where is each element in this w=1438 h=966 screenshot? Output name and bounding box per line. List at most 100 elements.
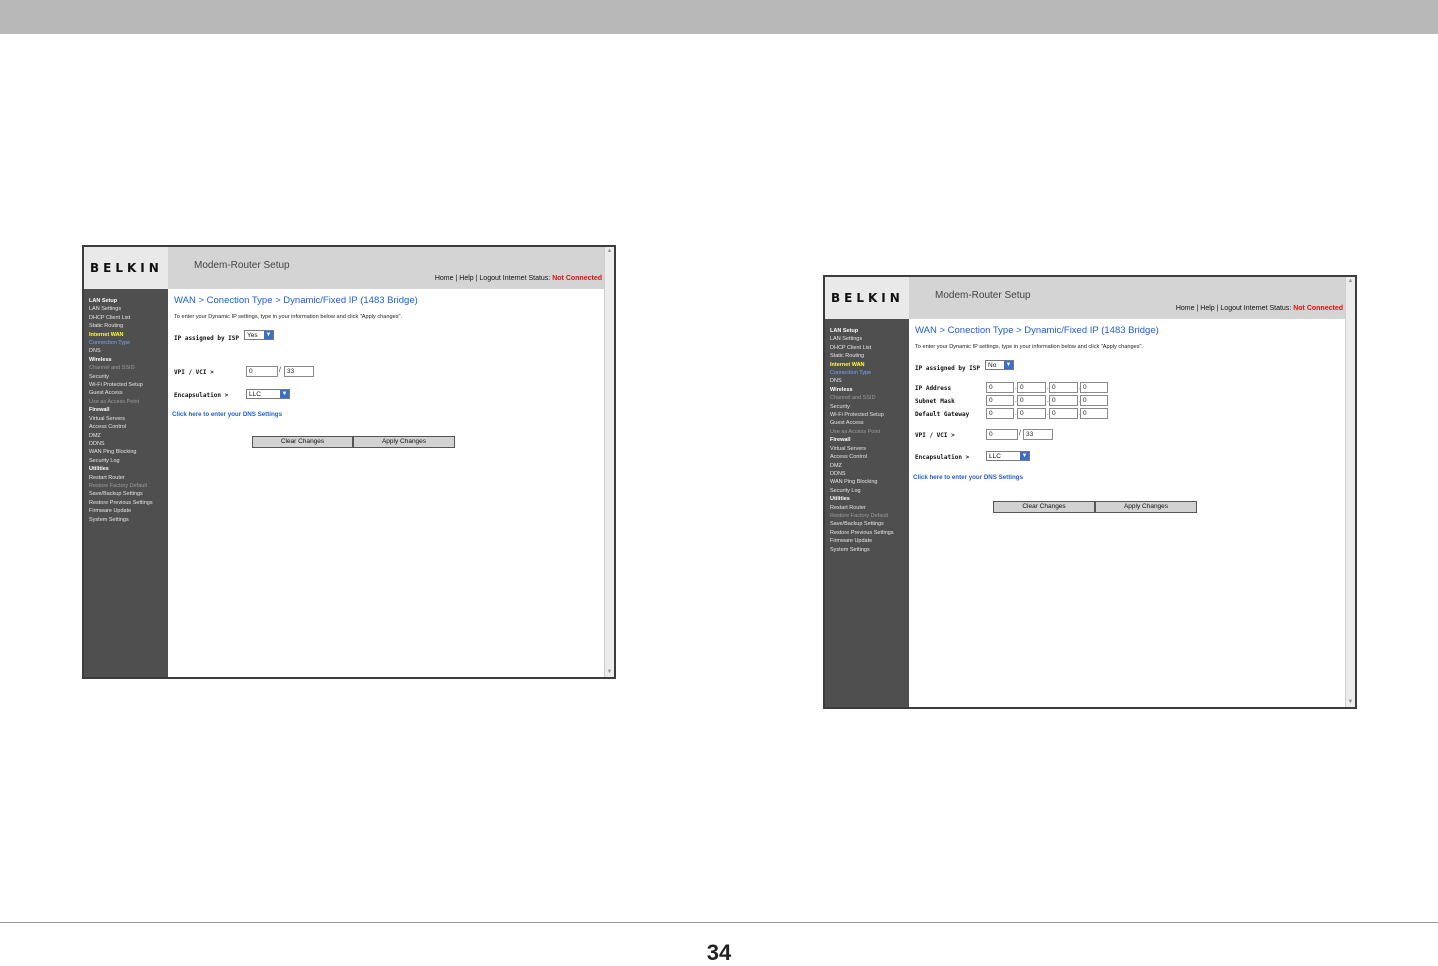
scroll-up-icon[interactable]: ▲ bbox=[606, 248, 613, 255]
scrollbar[interactable]: ▲ ▼ bbox=[1345, 277, 1355, 707]
clear-changes-button[interactable]: Clear Changes bbox=[252, 436, 353, 448]
sidebar-item-dhcp-client-list[interactable]: DHCP Client List bbox=[825, 344, 909, 352]
sidebar-item-wireless: Wireless bbox=[830, 386, 853, 393]
sidebar-item-lan-settings[interactable]: LAN Settings bbox=[84, 305, 168, 313]
subnet-mask-octet-2[interactable]: 0 bbox=[1017, 395, 1046, 406]
scroll-up-icon[interactable]: ▲ bbox=[1347, 278, 1354, 285]
sidebar-item-connection-type[interactable]: Connection Type bbox=[84, 339, 168, 347]
sidebar-item-save-backup-settings[interactable]: Save/Backup Settings bbox=[825, 520, 909, 528]
default-gateway-octet-3[interactable]: 0 bbox=[1049, 408, 1078, 419]
sidebar-item-firewall: Firewall bbox=[89, 407, 110, 414]
scroll-down-icon[interactable]: ▼ bbox=[606, 669, 613, 676]
sidebar-item-firmware-update[interactable]: Firmware Update bbox=[84, 507, 168, 515]
clear-changes-button[interactable]: Clear Changes bbox=[993, 501, 1095, 513]
sidebar-item-dns[interactable]: DNS bbox=[825, 377, 909, 385]
vpi-input[interactable]: 0 bbox=[986, 429, 1018, 440]
sidebar-item-wi-fi-protected-setup[interactable]: Wi-Fi Protected Setup bbox=[825, 411, 909, 419]
sidebar-item-connection-type[interactable]: Connection Type bbox=[825, 369, 909, 377]
sidebar-item-restore-factory-default[interactable]: Restore Factory Default bbox=[84, 482, 168, 490]
sidebar-item-firmware-update[interactable]: Firmware Update bbox=[825, 537, 909, 545]
sidebar-item-channel-and-ssid[interactable]: Channel and SSID bbox=[825, 394, 909, 402]
sidebar-item-security-log[interactable]: Security Log bbox=[84, 457, 168, 465]
apply-changes-button[interactable]: Apply Changes bbox=[353, 436, 455, 448]
content-pane: WAN > Conection Type > Dynamic/Fixed IP … bbox=[168, 289, 604, 677]
vci-input[interactable]: 33 bbox=[1023, 429, 1053, 440]
sidebar-item-guest-access[interactable]: Guest Access bbox=[825, 419, 909, 427]
encapsulation-label: Encapsulation > bbox=[915, 454, 970, 461]
sidebar-item-access-control[interactable]: Access Control bbox=[825, 453, 909, 461]
logout-link[interactable]: Logout bbox=[479, 275, 500, 282]
encapsulation-select[interactable]: LLC ▼ bbox=[986, 451, 1030, 461]
ip-address-octet-4[interactable]: 0 bbox=[1080, 382, 1108, 393]
scroll-down-icon[interactable]: ▼ bbox=[1347, 699, 1354, 706]
page-number: 34 bbox=[706, 940, 732, 965]
router-header: BELKIN Modem-Router Setup Home | Help | … bbox=[825, 277, 1345, 319]
sidebar-item-static-routing[interactable]: Static Routing bbox=[84, 322, 168, 330]
dns-settings-link[interactable]: Click here to enter your DNS Settings bbox=[172, 411, 282, 418]
sidebar-item-restart-router[interactable]: Restart Router bbox=[825, 504, 909, 512]
sidebar-item-internet-wan[interactable]: Internet WAN bbox=[825, 361, 909, 369]
scrollbar[interactable]: ▲ ▼ bbox=[604, 247, 614, 677]
logout-link[interactable]: Logout bbox=[1220, 305, 1241, 312]
sidebar-item-security-log[interactable]: Security Log bbox=[825, 487, 909, 495]
default-gateway-octet-2[interactable]: 0 bbox=[1017, 408, 1046, 419]
sidebar-item-virtual-servers[interactable]: Virtual Servers bbox=[84, 415, 168, 423]
sidebar-item-restore-factory-default[interactable]: Restore Factory Default bbox=[825, 512, 909, 520]
home-link[interactable]: Home bbox=[435, 275, 454, 282]
ip-assigned-select[interactable]: No ▼ bbox=[985, 360, 1014, 370]
home-link[interactable]: Home bbox=[1176, 305, 1195, 312]
sidebar-item-virtual-servers[interactable]: Virtual Servers bbox=[825, 445, 909, 453]
help-link[interactable]: Help bbox=[1200, 305, 1214, 312]
sidebar-item-security[interactable]: Security bbox=[825, 403, 909, 411]
ip-assigned-select[interactable]: Yes ▼ bbox=[244, 330, 274, 340]
vpi-input[interactable]: 0 bbox=[246, 366, 278, 377]
sidebar-item-ddns[interactable]: DDNS bbox=[825, 470, 909, 478]
dns-settings-link[interactable]: Click here to enter your DNS Settings bbox=[913, 474, 1023, 481]
sidebar-item-system-settings[interactable]: System Settings bbox=[84, 516, 168, 524]
sidebar-item-lan-settings[interactable]: LAN Settings bbox=[825, 335, 909, 343]
subnet-mask-octet-3[interactable]: 0 bbox=[1049, 395, 1078, 406]
sidebar-item-dmz[interactable]: DMZ bbox=[84, 432, 168, 440]
sidebar-item-dns[interactable]: DNS bbox=[84, 347, 168, 355]
sidebar-item-internet-wan[interactable]: Internet WAN bbox=[84, 331, 168, 339]
sidebar-item-ddns[interactable]: DDNS bbox=[84, 440, 168, 448]
sidebar-item-wi-fi-protected-setup[interactable]: Wi-Fi Protected Setup bbox=[84, 381, 168, 389]
sidebar-item-wan-ping-blocking[interactable]: WAN Ping Blocking bbox=[825, 478, 909, 486]
sidebar-item-firewall: Firewall bbox=[830, 437, 851, 444]
help-link[interactable]: Help bbox=[459, 275, 473, 282]
sidebar-item-static-routing[interactable]: Static Routing bbox=[825, 352, 909, 360]
sidebar-item-restart-router[interactable]: Restart Router bbox=[84, 474, 168, 482]
vpi-vci-label: VPI / VCI > bbox=[915, 432, 955, 439]
sidebar-item-dhcp-client-list[interactable]: DHCP Client List bbox=[84, 314, 168, 322]
subnet-mask-octet-4[interactable]: 0 bbox=[1080, 395, 1108, 406]
sidebar-item-use-as-access-point[interactable]: Use as Access Point bbox=[825, 428, 909, 436]
vci-input[interactable]: 33 bbox=[284, 366, 314, 377]
encapsulation-select[interactable]: LLC ▼ bbox=[246, 389, 290, 399]
sidebar-item-security[interactable]: Security bbox=[84, 373, 168, 381]
sidebar-item-system-settings[interactable]: System Settings bbox=[825, 546, 909, 554]
sidebar-item-channel-and-ssid[interactable]: Channel and SSID bbox=[84, 364, 168, 372]
belkin-logo: BELKIN bbox=[84, 247, 168, 289]
sidebar-item-utilities: Utilities bbox=[89, 466, 109, 473]
subnet-mask-octet-1[interactable]: 0 bbox=[986, 395, 1014, 406]
default-gateway-octet-1[interactable]: 0 bbox=[986, 408, 1014, 419]
ip-address-octet-1[interactable]: 0 bbox=[986, 382, 1014, 393]
sidebar-item-restore-previous-settings[interactable]: Restore Previous Settings bbox=[84, 499, 168, 507]
default-gateway-label: Default Gateway bbox=[915, 411, 970, 418]
apply-changes-button[interactable]: Apply Changes bbox=[1095, 501, 1197, 513]
internet-status-label: Internet Status: bbox=[1243, 305, 1292, 312]
chevron-down-icon: ▼ bbox=[264, 331, 273, 339]
sidebar-item-access-control[interactable]: Access Control bbox=[84, 423, 168, 431]
sidebar-item-restore-previous-settings[interactable]: Restore Previous Settings bbox=[825, 529, 909, 537]
sidebar-item-wan-ping-blocking[interactable]: WAN Ping Blocking bbox=[84, 448, 168, 456]
sidebar-item-dmz[interactable]: DMZ bbox=[825, 462, 909, 470]
default-gateway-octet-4[interactable]: 0 bbox=[1080, 408, 1108, 419]
router-screenshot-right: BELKIN Modem-Router Setup Home | Help | … bbox=[823, 275, 1357, 709]
ip-address-octet-2[interactable]: 0 bbox=[1017, 382, 1046, 393]
ip-address-octet-3[interactable]: 0 bbox=[1049, 382, 1078, 393]
footer-rule bbox=[0, 922, 1438, 923]
header-links: Home | Help | Logout Internet Status: No… bbox=[434, 275, 602, 282]
sidebar-item-use-as-access-point[interactable]: Use as Access Point bbox=[84, 398, 168, 406]
sidebar-item-save-backup-settings[interactable]: Save/Backup Settings bbox=[84, 490, 168, 498]
sidebar-item-guest-access[interactable]: Guest Access bbox=[84, 389, 168, 397]
